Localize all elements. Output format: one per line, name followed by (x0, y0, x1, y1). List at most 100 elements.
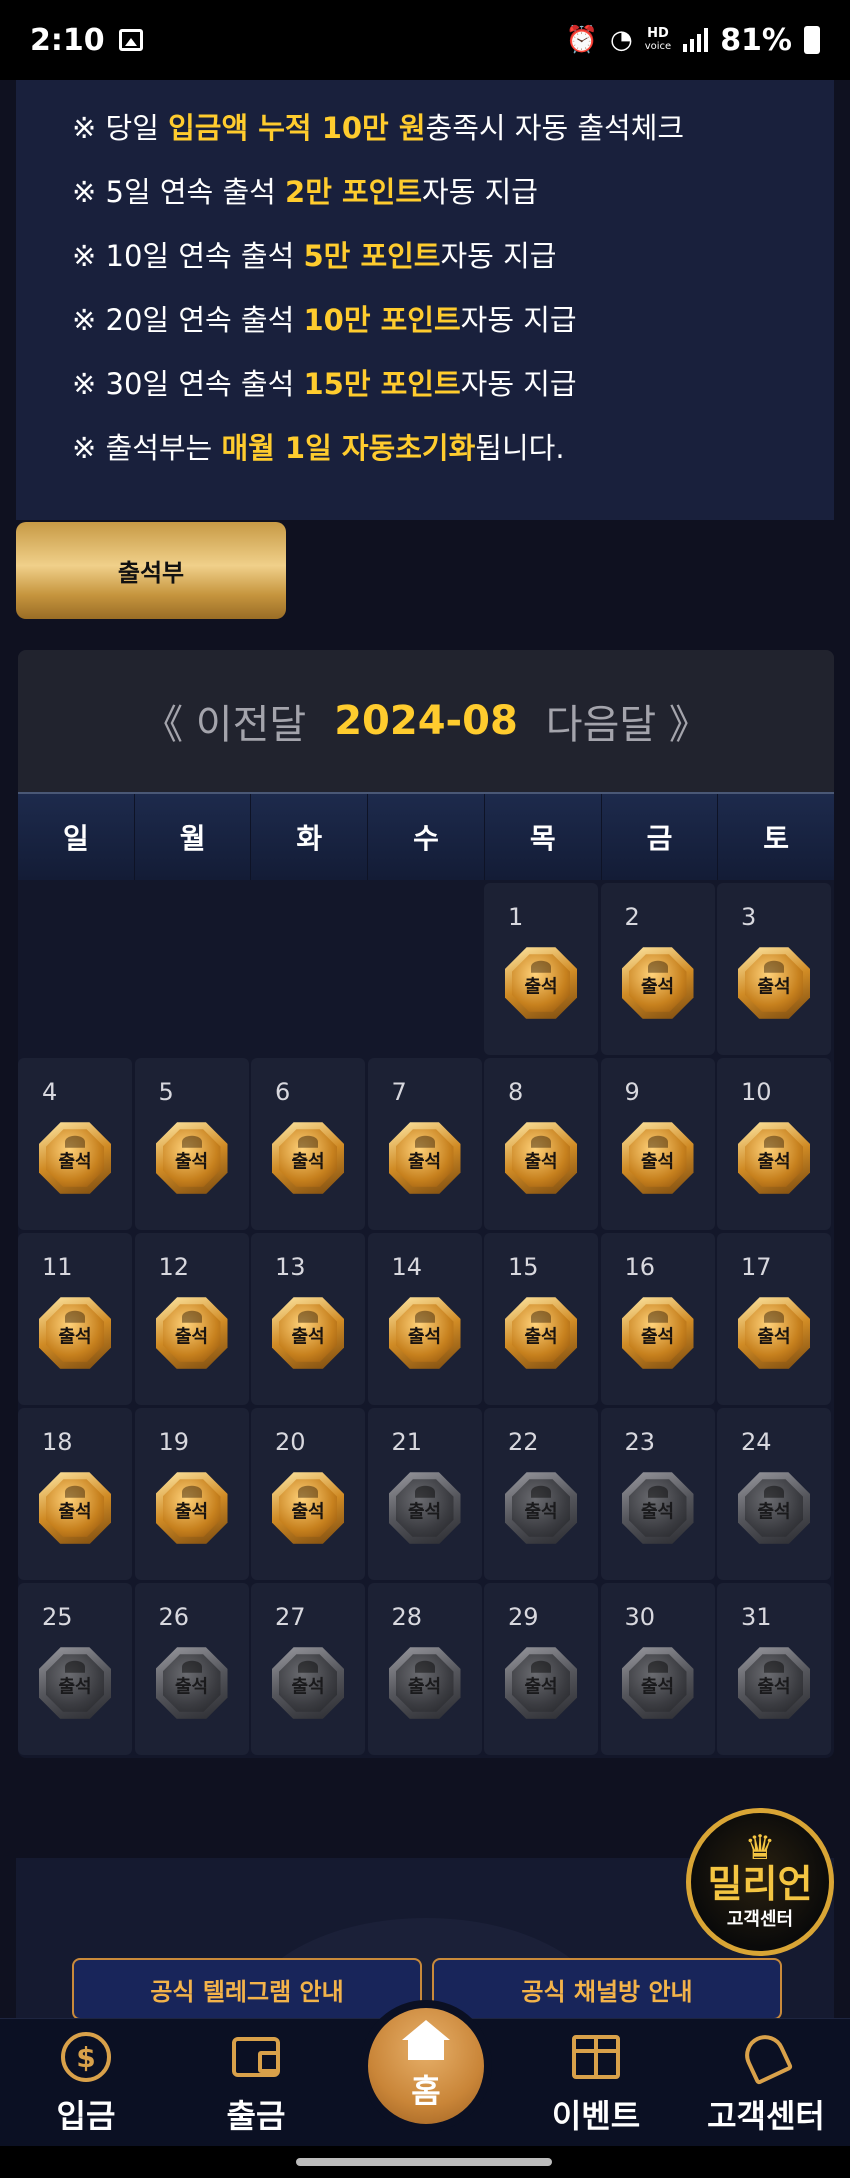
badge-label: 출석 (174, 1501, 209, 1523)
attended-badge-icon: 출석 (155, 1122, 228, 1195)
badge-label: 출석 (640, 976, 675, 998)
badge-label: 출석 (524, 1151, 558, 1173)
attended-badge-icon: 출석 (155, 1472, 228, 1545)
calendar-day-number: 31 (741, 1603, 772, 1631)
nav-support[interactable]: 고객센터 (686, 2019, 846, 2147)
calendar-day-number: 1 (508, 903, 524, 931)
calendar-day-number: 24 (741, 1428, 772, 1456)
calendar-empty-cell (368, 883, 482, 1055)
attended-badge-icon: 출석 (39, 1122, 111, 1195)
badge-label: 출석 (291, 1676, 325, 1698)
calendar-day-number: 29 (508, 1603, 539, 1631)
calendar-day-cell: 16 출석 (600, 1233, 715, 1405)
wallet-icon (230, 2031, 282, 2083)
calendar-day-number: 2 (624, 903, 640, 931)
nav-event-label: 이벤트 (551, 2097, 641, 2135)
calendar-day-number: 13 (275, 1253, 306, 1281)
attended-badge-icon: 출석 (39, 1297, 111, 1370)
customer-service-float-button[interactable]: ♛ 밀리언 고객센터 (686, 1808, 834, 1956)
weekday-sun: 일 (18, 794, 135, 880)
calendar-day-number: 25 (42, 1603, 73, 1631)
calendar-day-cell: 6 출석 (251, 1058, 365, 1230)
weekday-tue: 화 (251, 794, 369, 880)
cs-sub-label: 고객센터 (726, 1909, 794, 1930)
calendar-day-cell: 19 출석 (134, 1408, 249, 1580)
not-attended-badge-icon: 출석 (388, 1472, 461, 1545)
badge-label: 출석 (640, 1151, 675, 1173)
calendar-day-number: 10 (741, 1078, 772, 1106)
calendar-day-number: 23 (624, 1428, 656, 1456)
calendar-day-number: 16 (624, 1253, 656, 1281)
nav-home-button[interactable]: 홈 (360, 2000, 492, 2132)
attended-badge-icon: 출석 (388, 1122, 461, 1195)
badge-label: 출석 (640, 1501, 675, 1523)
calendar-day-cell: 29 출석 (484, 1583, 598, 1755)
calendar-day-cell: 3 출석 (717, 883, 831, 1055)
calendar-day-number: 26 (158, 1603, 190, 1631)
calendar-header: 《 이전달 2024-08 다음달 》 (18, 650, 834, 792)
calendar-day-cell: 14 출석 (367, 1233, 482, 1405)
coin-icon: $ (60, 2031, 112, 2083)
not-attended-badge-icon: 출석 (505, 1647, 577, 1720)
calendar-empty-cell (18, 883, 132, 1055)
gesture-handle[interactable] (296, 2158, 552, 2166)
badge-label: 출석 (174, 1151, 209, 1173)
telegram-guide-button[interactable]: 공식 텔레그램 안내 (72, 1958, 422, 2020)
calendar-day-cell: 31 출석 (717, 1583, 831, 1755)
notice-line: ※ 30일 연속 출석 15만 포인트자동 지급 (72, 367, 577, 401)
battery-icon (804, 26, 820, 54)
calendar-day-cell: 1 출석 (484, 883, 598, 1055)
calendar-empty-cell (251, 883, 365, 1055)
badge-label: 출석 (58, 1676, 92, 1698)
calendar-day-number: 12 (158, 1253, 190, 1281)
badge-label: 출석 (174, 1676, 209, 1698)
battery-level: 81% (720, 22, 792, 58)
attendance-book-button[interactable]: 출석부 (16, 522, 286, 619)
nav-deposit[interactable]: $ 입금 (6, 2019, 166, 2147)
calendar-day-cell: 18 출석 (18, 1408, 132, 1580)
telegram-guide-label: 공식 텔레그램 안내 (150, 1977, 344, 2006)
badge-label: 출석 (58, 1326, 92, 1348)
prev-month-button[interactable]: 《 이전달 (143, 692, 306, 750)
calendar-day-cell: 27 출석 (251, 1583, 365, 1755)
badge-label: 출석 (524, 976, 558, 998)
current-month: 2024-08 (334, 698, 518, 744)
badge-label: 출석 (757, 1676, 791, 1698)
calendar-day-number: 21 (391, 1428, 423, 1456)
not-attended-badge-icon: 출석 (738, 1472, 810, 1545)
badge-label: 출석 (757, 1326, 791, 1348)
nav-withdraw[interactable]: 출금 (176, 2019, 336, 2147)
weekday-fri: 금 (601, 794, 719, 880)
weekday-mon: 월 (134, 794, 252, 880)
badge-label: 출석 (407, 1501, 442, 1523)
calendar-day-cell: 26 출석 (134, 1583, 249, 1755)
nav-event[interactable]: 이벤트 (516, 2019, 676, 2147)
calendar-day-number: 17 (741, 1253, 772, 1281)
badge-label: 출석 (757, 976, 791, 998)
alarm-icon: ⏰ (565, 25, 599, 55)
cs-brand-name: 밀리언 (707, 1862, 813, 1906)
attendance-calendar: 《 이전달 2024-08 다음달 》 일 월 화 수 목 금 토 1 출석 2 출석… (18, 650, 835, 1758)
calendar-day-cell: 8 출석 (484, 1058, 598, 1230)
badge-label: 출석 (640, 1326, 675, 1348)
calendar-day-cell: 13 출석 (251, 1233, 365, 1405)
notice-line: ※ 10일 연속 출석 5만 포인트자동 지급 (72, 239, 557, 273)
weekday-sat: 토 (718, 794, 835, 880)
attended-badge-icon: 출석 (505, 947, 577, 1020)
channel-guide-button[interactable]: 공식 채널방 안내 (432, 1958, 782, 2020)
badge-label: 출석 (524, 1326, 558, 1348)
next-month-button[interactable]: 다음달 》 (546, 692, 709, 750)
calendar-day-number: 11 (42, 1253, 73, 1281)
calendar-day-number: 7 (391, 1078, 407, 1106)
calendar-day-cell: 21 출석 (367, 1408, 482, 1580)
badge-label: 출석 (640, 1676, 675, 1698)
attended-badge-icon: 출석 (621, 947, 694, 1020)
calendar-day-cell: 23 출석 (600, 1408, 715, 1580)
calendar-day-number: 15 (508, 1253, 539, 1281)
calendar-day-cell: 24 출석 (717, 1408, 831, 1580)
not-attended-badge-icon: 출석 (505, 1472, 577, 1545)
badge-label: 출석 (757, 1501, 791, 1523)
attended-badge-icon: 출석 (621, 1297, 694, 1370)
attended-badge-icon: 출석 (621, 1122, 694, 1195)
badge-label: 출석 (58, 1501, 92, 1523)
